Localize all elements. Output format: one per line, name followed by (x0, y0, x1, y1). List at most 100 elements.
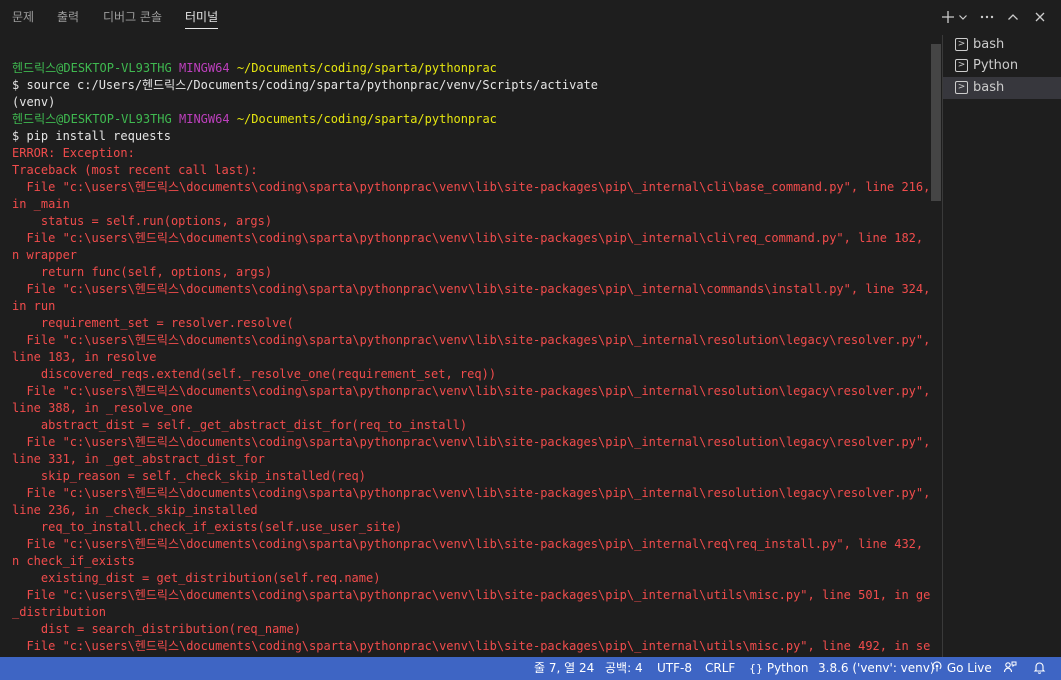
python-interpreter[interactable]: 3.8.6 ('venv': venv) (818, 657, 935, 680)
maximize-panel-button[interactable] (1003, 6, 1023, 28)
terminal-line: File "c:\users\헨드릭스\documents\coding\spa… (12, 179, 930, 196)
terminal-text-segment: File "c:\users\헨드릭스\documents\coding\spa… (12, 180, 930, 194)
terminal-line: File "c:\users\헨드릭스\documents\coding\spa… (12, 332, 930, 349)
terminal-line: line 388, in _resolve_one (12, 400, 927, 417)
terminal-text-segment: requirement_set = resolver.resolve( (12, 316, 294, 330)
terminal-line: abstract_dist = self._get_abstract_dist_… (12, 417, 927, 434)
tab-output[interactable]: 출력 (57, 0, 79, 35)
terminal-line: in _main (12, 196, 927, 213)
terminal-text-segment: File "c:\users\헨드릭스\documents\coding\spa… (12, 282, 930, 296)
terminal-line: File "c:\users\헨드릭스\documents\coding\spa… (12, 281, 930, 298)
ellipsis-icon (980, 15, 994, 19)
tab-debug-console[interactable]: 디버그 콘솔 (103, 0, 162, 35)
terminal-text-segment: existing_dist = get_distribution(self.re… (12, 571, 381, 585)
terminal-tabs-list: > bash > Python > bash (942, 35, 1061, 657)
terminal-line: discovered_reqs.extend(self._resolve_one… (12, 366, 927, 383)
terminal-line: n wrapper (12, 247, 927, 264)
panel-tab-bar: 문제 출력 디버그 콘솔 터미널 (0, 0, 1061, 35)
terminal-text-segment: _distribution (12, 605, 106, 619)
terminal-tab-label: bash (973, 80, 1005, 95)
terminal-line: File "c:\users\헨드릭스\documents\coding\spa… (12, 536, 927, 553)
terminal-output[interactable]: 헨드릭스@DESKTOP-VL93THG MINGW64 ~/Documents… (0, 35, 930, 657)
terminal-text-segment: line 331, in _get_abstract_dist_for (12, 452, 265, 466)
terminal-tab-python[interactable]: > Python (943, 55, 1061, 77)
terminal-text-segment: File "c:\users\헨드릭스\documents\coding\spa… (12, 231, 930, 245)
terminal-text-segment: line 388, in _resolve_one (12, 401, 193, 415)
braces-icon: {} (749, 662, 763, 675)
terminal-tab-label: Python (973, 58, 1019, 73)
terminal-text-segment: line 183, in resolve (12, 350, 157, 364)
terminal-line: File "c:\users\헨드릭스\documents\coding\spa… (12, 587, 930, 604)
feedback-button[interactable] (1003, 657, 1017, 680)
terminal-tab-label: bash (973, 37, 1005, 52)
tab-terminal[interactable]: 터미널 (185, 0, 219, 35)
terminal-text-segment: return func(self, options, args) (12, 265, 273, 279)
terminal-line: Traceback (most recent call last): (12, 162, 927, 179)
terminal-line: File "c:\users\헨드릭스\documents\coding\spa… (12, 434, 930, 451)
terminal-line: File "c:\users\헨드릭스\documents\coding\spa… (12, 638, 930, 655)
person-feedback-icon (1003, 661, 1017, 673)
terminal-line: existing_dist = get_distribution(self.re… (12, 570, 927, 587)
terminal-text-segment: dist = search_distribution(req_name) (12, 622, 301, 636)
language-mode[interactable]: {} Python (749, 657, 808, 680)
terminal-line: line 236, in _check_skip_installed (12, 502, 927, 519)
terminal-icon: > (955, 59, 968, 72)
terminal-line: line 183, in resolve (12, 349, 927, 366)
bell-icon (1033, 662, 1046, 674)
notifications-button[interactable] (1033, 657, 1046, 680)
terminal-scrollbar[interactable] (931, 44, 941, 201)
terminal-line: status = self.run(options, args) (12, 213, 927, 230)
line-ending-setting[interactable]: CRLF (705, 657, 735, 680)
terminal-line: skip_reason = self._check_skip_installed… (12, 468, 927, 485)
terminal-profiles-dropdown[interactable] (957, 6, 969, 28)
terminal-line: dist = search_distribution(req_name) (12, 621, 927, 638)
terminal-tab-bash-2[interactable]: > bash (943, 77, 1061, 99)
chevron-up-icon (1008, 14, 1018, 20)
more-actions-button[interactable] (977, 6, 997, 28)
encoding-setting[interactable]: UTF-8 (657, 657, 692, 680)
terminal-text-segment: File "c:\users\헨드릭스\documents\coding\spa… (12, 435, 930, 449)
terminal-text-segment: in run (12, 299, 56, 313)
terminal-icon: > (955, 81, 968, 94)
terminal-line: 헨드릭스@DESKTOP-VL93THG MINGW64 ~/Documents… (12, 60, 927, 77)
terminal-text-segment: $ source c:/Users/헨드릭스/Documents/coding/… (12, 78, 599, 92)
terminal-text-segment: File "c:\users\헨드릭스\documents\coding\spa… (12, 639, 930, 653)
terminal-line: $ pip install requests (12, 128, 927, 145)
terminal-line: in run (12, 298, 927, 315)
terminal-text-segment: File "c:\users\헨드릭스\documents\coding\spa… (12, 588, 930, 602)
new-terminal-button[interactable] (938, 6, 958, 28)
terminal-line: n check_if_exists (12, 553, 927, 570)
terminal-text-segment: n check_if_exists (12, 554, 135, 568)
terminal-tab-bash-1[interactable]: > bash (943, 34, 1061, 56)
terminal-text-segment: ERROR: Exception: (12, 146, 135, 160)
terminal-line: return func(self, options, args) (12, 264, 927, 281)
terminal-text-segment: line 236, in _check_skip_installed (12, 503, 258, 517)
terminal-text-segment: File "c:\users\헨드릭스\documents\coding\spa… (12, 486, 930, 500)
language-label: Python (766, 661, 809, 675)
terminal-text-segment: Traceback (most recent call last): (12, 163, 258, 177)
terminal-text-segment: $ pip install requests (12, 129, 171, 143)
close-panel-button[interactable] (1030, 6, 1050, 28)
tab-problems[interactable]: 문제 (12, 0, 34, 35)
terminal-line: _distribution (12, 604, 927, 621)
terminal-text-segment: n wrapper (12, 248, 78, 262)
terminal-text-segment: 헨드릭스@DESKTOP-VL93THG (12, 61, 172, 75)
close-icon (1035, 12, 1045, 22)
indentation-setting[interactable]: 공백: 4 (605, 657, 643, 680)
terminal-line: requirement_set = resolver.resolve( (12, 315, 927, 332)
terminal-line: 헨드릭스@DESKTOP-VL93THG MINGW64 ~/Documents… (12, 111, 927, 128)
terminal-text-segment: req_to_install.check_if_exists(self.use_… (12, 520, 403, 534)
terminal-line: ERROR: Exception: (12, 145, 927, 162)
go-live-button[interactable]: Go Live (931, 657, 992, 680)
chevron-down-icon (959, 15, 967, 20)
terminal-text-segment: ~/Documents/coding/sparta/pythonprac (236, 61, 497, 75)
terminal-text-segment: 헨드릭스@DESKTOP-VL93THG (12, 112, 172, 126)
cursor-position[interactable]: 줄 7, 열 24 (534, 657, 594, 680)
terminal-text-segment: File "c:\users\헨드릭스\documents\coding\spa… (12, 537, 930, 551)
terminal-line: File "c:\users\헨드릭스\documents\coding\spa… (12, 230, 927, 247)
terminal-text-segment: discovered_reqs.extend(self._resolve_one… (12, 367, 497, 381)
terminal-text-segment: (venv) (12, 95, 56, 109)
